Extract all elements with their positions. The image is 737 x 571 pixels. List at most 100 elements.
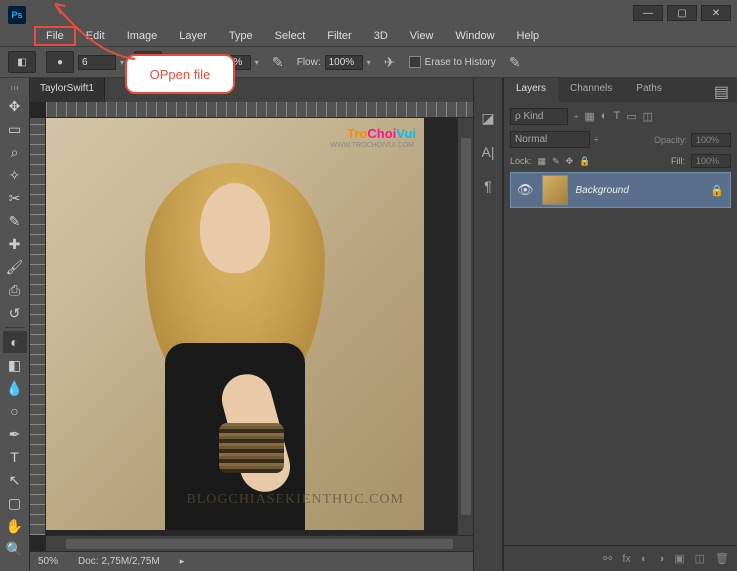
tool-preset-picker[interactable]: ◧ [8,51,36,73]
chevron-down-icon[interactable]: ÷ [574,112,578,121]
zoom-tool[interactable]: 🔍 [3,538,27,560]
healing-tool[interactable]: ✚ [3,233,27,255]
blur-tool[interactable]: 💧 [3,377,27,399]
doc-size-value: 2,75M/2,75M [101,556,159,567]
lock-all-icon[interactable]: 🔒 [579,156,590,167]
app-logo: Ps [8,6,26,24]
minimize-button[interactable]: — [633,5,663,21]
paragraph-panel-icon[interactable]: ¶ [478,176,498,196]
eraser-tool[interactable]: ◐ [3,331,27,353]
layer-opacity-label: Opacity: [654,135,687,145]
tab-layers[interactable]: Layers [504,78,558,102]
watermark-blog: BLOGCHIASEKIENTHUC.COM [186,492,404,508]
lasso-tool[interactable]: ⌕ [3,141,27,163]
canvas[interactable]: TroChoiVui WWW.TROCHOIVUI.COM BLOGCHIASE… [46,118,457,535]
visibility-icon[interactable]: 👁 [517,182,534,198]
hand-tool[interactable]: ✋ [3,515,27,537]
chevron-down-icon[interactable]: ▾ [367,58,371,67]
rectangle-tool[interactable]: ▢ [3,492,27,514]
menu-view[interactable]: View [400,28,444,44]
maximize-button[interactable]: ▢ [667,5,697,21]
crop-tool[interactable]: ✂ [3,187,27,209]
layers-panel: Layers Channels Paths ▤ ρ Kind ÷ ▦ ◐ T ▭… [503,78,737,571]
ruler-horizontal[interactable] [46,102,473,118]
menu-help[interactable]: Help [507,28,550,44]
panel-grip[interactable] [7,86,23,90]
tab-channels[interactable]: Channels [558,78,624,102]
document-tab[interactable]: TaylorSwift1 [30,78,105,102]
scrollbar-vertical[interactable] [457,118,473,535]
menu-filter[interactable]: Filter [317,28,361,44]
brush-tool[interactable]: 🖌 [3,256,27,278]
lock-transparency-icon[interactable]: ▦ [538,156,547,167]
pen-tool[interactable]: ✒ [3,423,27,445]
marquee-tool[interactable]: ▭ [3,118,27,140]
status-menu-icon[interactable]: ▸ [180,556,185,567]
menu-layer[interactable]: Layer [169,28,217,44]
panel-menu-icon[interactable]: ▤ [706,78,737,102]
history-brush-tool[interactable]: ↺ [3,302,27,324]
menu-file[interactable]: File [36,28,74,44]
color-panel-icon[interactable]: ◪ [478,108,498,128]
scrollbar-horizontal[interactable] [46,535,473,551]
path-tool[interactable]: ↖ [3,469,27,491]
layer-filter-kind[interactable]: ρ Kind [510,108,568,125]
pressure-size-icon[interactable]: ✎ [506,53,524,71]
adjustment-icon[interactable]: ◑ [658,553,665,565]
menu-select[interactable]: Select [265,28,316,44]
zoom-level[interactable]: 50% [38,556,58,567]
chevron-down-icon[interactable]: ÷ [594,135,598,144]
ruler-vertical[interactable] [30,118,46,535]
link-layers-icon[interactable]: ⚯ [603,552,612,565]
airbrush-icon[interactable]: ✈ [381,53,399,71]
layer-name[interactable]: Background [576,185,629,196]
new-layer-icon[interactable]: ◫ [695,552,705,565]
menu-window[interactable]: Window [445,28,504,44]
doc-size-label: Doc: [78,556,99,567]
stamp-tool[interactable]: ⎙ [3,279,27,301]
mask-icon[interactable]: ◐ [641,553,648,565]
menu-3d[interactable]: 3D [364,28,398,44]
fx-icon[interactable]: fx [622,553,631,565]
fill-label: Fill: [671,156,685,166]
collapsed-panel-dock: ◪ A| ¶ [473,78,503,571]
type-tool[interactable]: T [3,446,27,468]
layer-row-background[interactable]: 👁 Background 🔒 [510,172,731,208]
filter-shape-icon[interactable]: ▭ [626,110,636,123]
blend-mode-select[interactable]: Normal [510,131,590,148]
title-bar: — ▢ ✕ [0,0,737,26]
filter-pixel-icon[interactable]: ▦ [584,110,594,123]
lock-position-icon[interactable]: ✥ [566,156,574,167]
close-button[interactable]: ✕ [701,5,731,21]
brush-preset-picker[interactable]: ● [46,51,74,73]
erase-history-checkbox[interactable] [409,56,421,68]
layers-panel-footer: ⚯ fx ◐ ◑ ▣ ◫ 🗑 [504,545,737,571]
group-icon[interactable]: ▣ [674,552,684,565]
fill-input[interactable]: 100% [691,154,731,168]
layer-opacity-input[interactable]: 100% [691,133,731,147]
tab-paths[interactable]: Paths [624,78,674,102]
eyedropper-tool[interactable]: ✎ [3,210,27,232]
flow-label: Flow: [297,57,321,68]
annotation-callout: OPpen file [125,54,235,94]
wand-tool[interactable]: ✧ [3,164,27,186]
pressure-opacity-icon[interactable]: ✎ [269,53,287,71]
flow-input[interactable]: 100% [325,55,363,70]
chevron-down-icon[interactable]: ▾ [255,58,259,67]
filter-type-icon[interactable]: T [613,110,620,123]
layer-thumbnail[interactable] [542,175,568,205]
move-tool[interactable]: ✥ [3,95,27,117]
dodge-tool[interactable]: ○ [3,400,27,422]
erase-history-label: Erase to History [425,57,496,68]
watermark-url: WWW.TROCHOIVUI.COM [330,142,414,149]
filter-smart-icon[interactable]: ◫ [643,110,653,123]
lock-pixels-icon[interactable]: ✎ [552,156,560,167]
character-panel-icon[interactable]: A| [478,142,498,162]
filter-adjust-icon[interactable]: ◐ [601,110,608,123]
document-tab-bar: TaylorSwift1 [30,78,473,102]
watermark-logo: TroChoiVui [347,126,416,141]
document-area: TaylorSwift1 TroChoiVui WWW.TRO [30,78,473,571]
trash-icon[interactable]: 🗑 [715,552,729,565]
menu-type[interactable]: Type [219,28,263,44]
gradient-tool[interactable]: ◧ [3,354,27,376]
